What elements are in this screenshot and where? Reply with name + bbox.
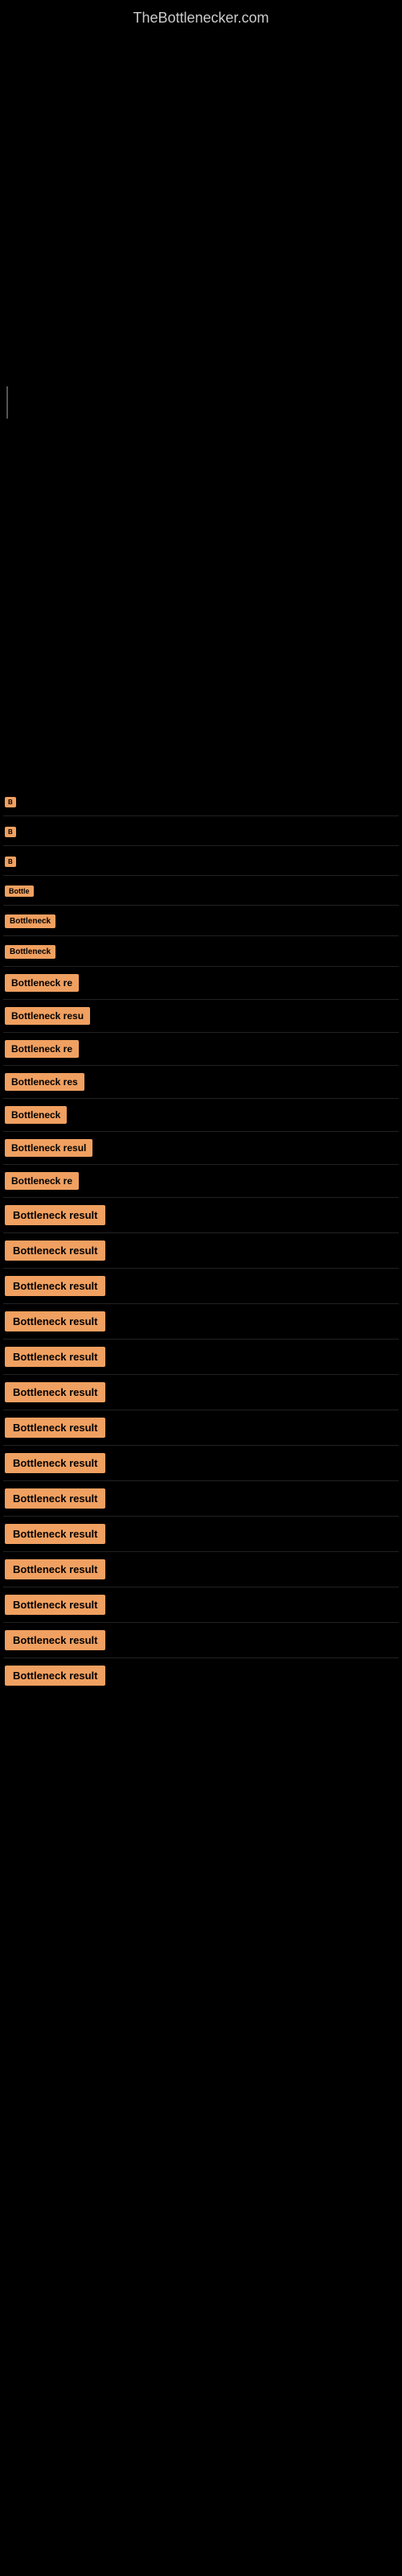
bottleneck-result-label: Bottleneck result [5, 1630, 105, 1650]
divider [3, 966, 399, 967]
bottleneck-result-label: Bottleneck resu [5, 1007, 90, 1025]
divider [3, 905, 399, 906]
bottleneck-result-label: Bottleneck result [5, 1595, 105, 1615]
bottleneck-result-label: Bottleneck result [5, 1453, 105, 1473]
bottleneck-result-label: Bottleneck re [5, 1040, 79, 1058]
list-item: Bottleneck result [3, 1662, 399, 1690]
list-item: Bottleneck res [3, 1069, 399, 1095]
bottleneck-result-label: Bottleneck result [5, 1418, 105, 1438]
divider [3, 999, 399, 1000]
list-item: Bottleneck [3, 909, 399, 932]
bottleneck-result-label: Bottleneck res [5, 1073, 84, 1091]
list-item: B [3, 849, 399, 872]
list-item: Bottleneck resu [3, 1003, 399, 1029]
divider [3, 1232, 399, 1233]
list-item: Bottleneck re [3, 1168, 399, 1194]
bottleneck-result-label: Bottleneck [5, 914, 55, 928]
list-item: Bottleneck result [3, 1414, 399, 1442]
bottleneck-result-label: Bottleneck result [5, 1488, 105, 1509]
list-item: B [3, 790, 399, 812]
list-item: Bottleneck re [3, 970, 399, 996]
bottleneck-result-label: Bottleneck result [5, 1276, 105, 1296]
divider [3, 1098, 399, 1099]
bottleneck-result-label: Bottleneck re [5, 974, 79, 992]
bottleneck-result-label: B [5, 827, 16, 837]
list-item: Bottleneck result [3, 1449, 399, 1477]
bottleneck-result-label: Bottleneck result [5, 1524, 105, 1544]
bottleneck-result-label: Bottleneck [5, 945, 55, 959]
vertical-line [6, 386, 8, 419]
bottleneck-result-label: Bottleneck re [5, 1172, 79, 1190]
bottleneck-result-label: Bottleneck result [5, 1311, 105, 1331]
list-item: Bottleneck result [3, 1307, 399, 1335]
divider [3, 1268, 399, 1269]
divider [3, 1303, 399, 1304]
list-item: Bottleneck result [3, 1591, 399, 1619]
divider [3, 1374, 399, 1375]
divider [3, 1339, 399, 1340]
divider [3, 1131, 399, 1132]
bottleneck-result-label: B [5, 797, 16, 807]
bottleneck-result-label: Bottleneck result [5, 1205, 105, 1225]
bottleneck-result-label: Bottleneck resul [5, 1139, 92, 1157]
bottleneck-result-label: Bottleneck result [5, 1382, 105, 1402]
divider [3, 1065, 399, 1066]
list-item: Bottleneck result [3, 1201, 399, 1229]
list-item: Bottleneck result [3, 1555, 399, 1583]
divider [3, 1551, 399, 1552]
divider [3, 1657, 399, 1658]
list-item: Bottleneck result [3, 1520, 399, 1548]
items-container: B B B Bottle Bottleneck Bottleneck Bottleneck … [0, 790, 402, 1690]
divider [3, 845, 399, 846]
divider [3, 815, 399, 816]
divider [3, 1480, 399, 1481]
list-item: Bottleneck result [3, 1484, 399, 1513]
divider [3, 1197, 399, 1198]
bottleneck-result-label: Bottle [5, 886, 34, 897]
list-item: Bottleneck resul [3, 1135, 399, 1161]
list-item: Bottleneck result [3, 1236, 399, 1265]
chart-area [0, 33, 402, 403]
bottleneck-result-label: Bottleneck result [5, 1666, 105, 1686]
divider [3, 935, 399, 936]
bottleneck-result-label: B [5, 857, 16, 867]
list-item: Bottleneck result [3, 1272, 399, 1300]
list-item: Bottleneck [3, 939, 399, 963]
bottleneck-result-label: Bottleneck result [5, 1347, 105, 1367]
site-title: TheBottlenecker.com [0, 0, 402, 33]
list-item: Bottleneck result [3, 1626, 399, 1654]
list-item: B [3, 819, 399, 842]
bottleneck-result-label: Bottleneck result [5, 1559, 105, 1579]
divider [3, 1622, 399, 1623]
list-item: Bottleneck result [3, 1343, 399, 1371]
list-item: Bottle [3, 879, 399, 902]
divider [3, 1032, 399, 1033]
list-item: Bottleneck [3, 1102, 399, 1128]
list-item: Bottleneck re [3, 1036, 399, 1062]
bottleneck-result-label: Bottleneck result [5, 1241, 105, 1261]
divider [3, 875, 399, 876]
list-item: Bottleneck result [3, 1378, 399, 1406]
bottleneck-result-label: Bottleneck [5, 1106, 67, 1124]
divider [3, 1445, 399, 1446]
divider [3, 1516, 399, 1517]
divider [3, 1164, 399, 1165]
